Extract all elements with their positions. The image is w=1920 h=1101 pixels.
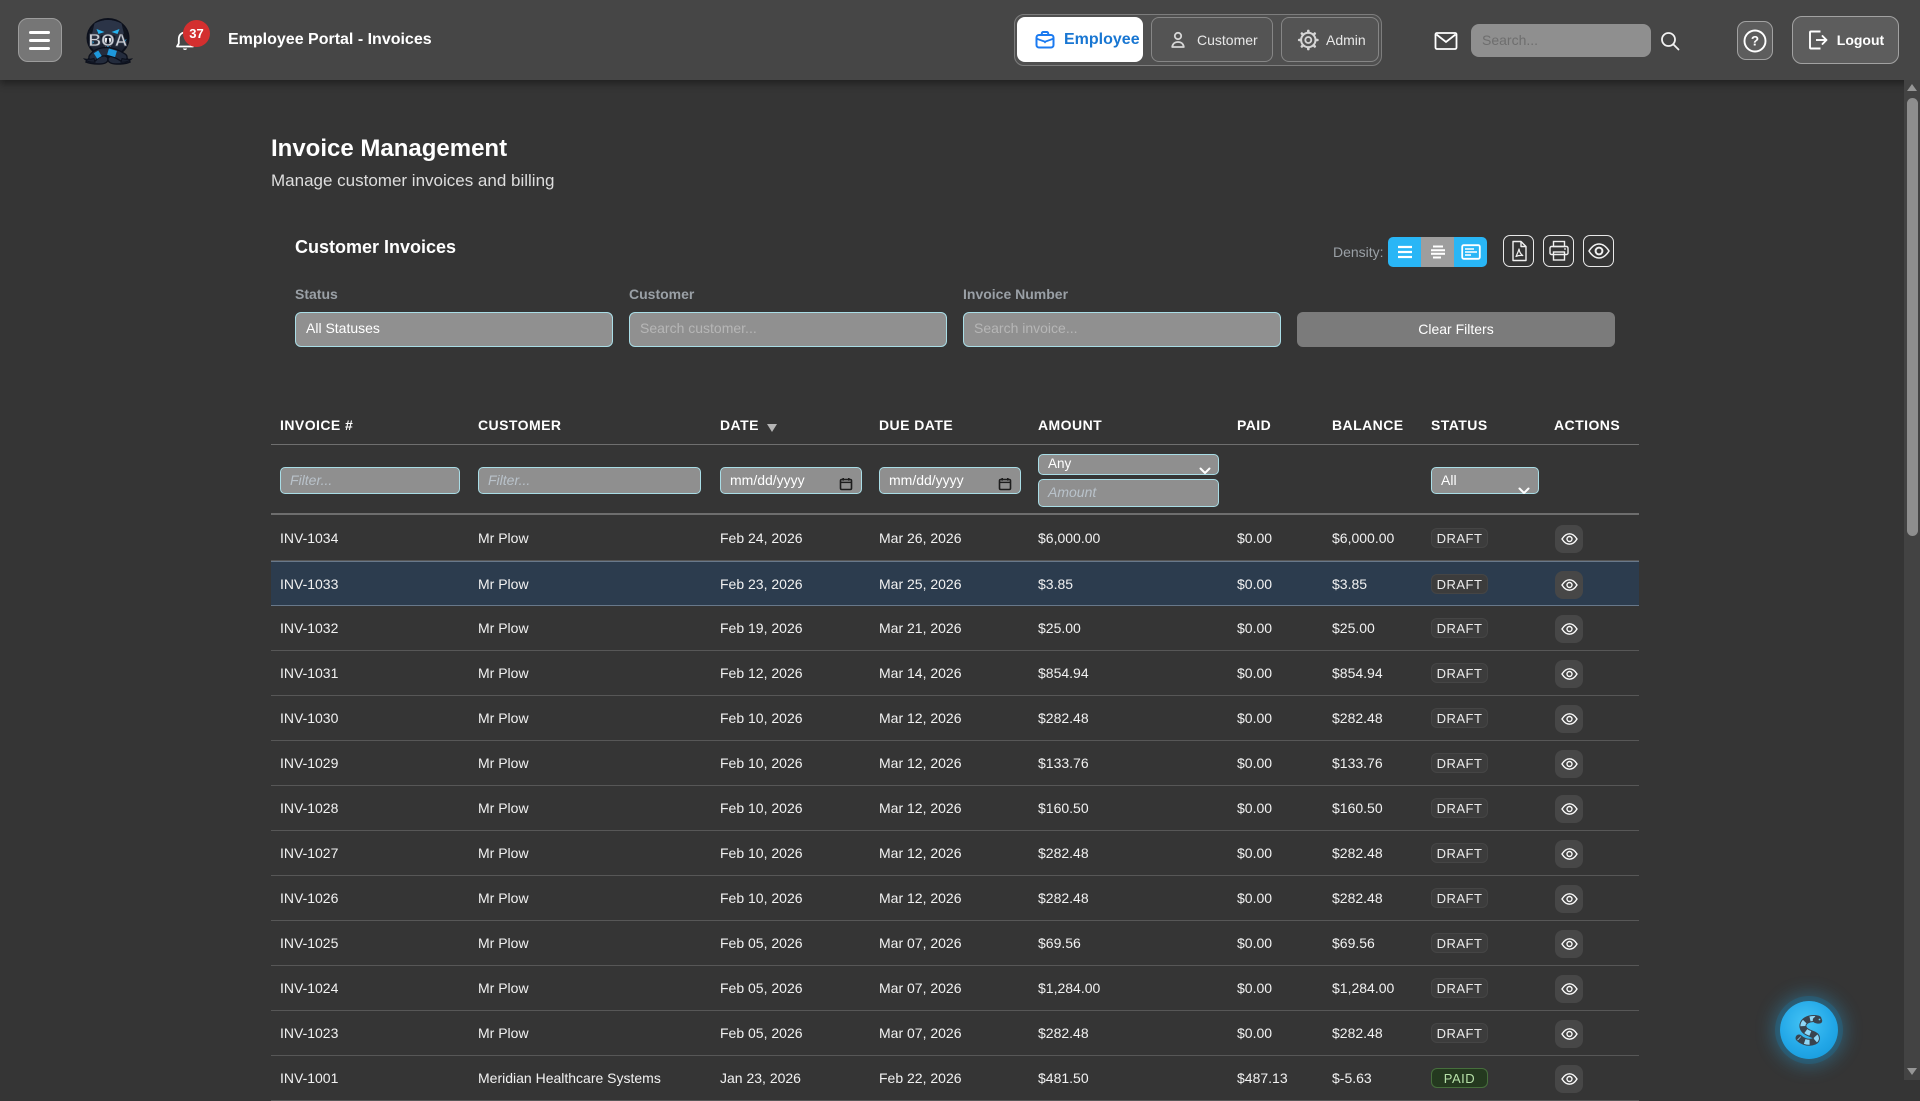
svg-text:BOA: BOA [89, 30, 128, 50]
svg-text:?: ? [1751, 33, 1759, 48]
